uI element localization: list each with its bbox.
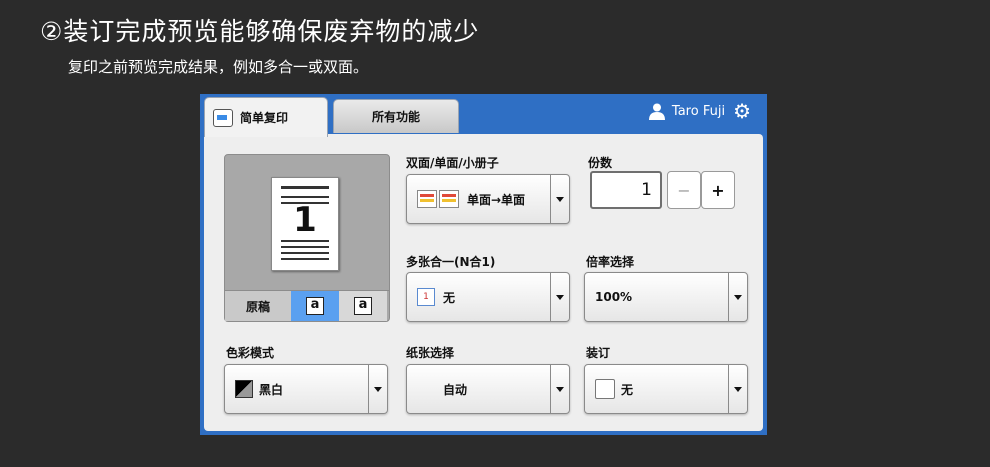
color-mode-dropdown[interactable]: 黑白 (224, 364, 388, 414)
paper-dropdown[interactable]: 自动 (406, 364, 570, 414)
duplex-value: 单面→单面 (467, 192, 526, 207)
hero-title: ②装订完成预览能够确保废弃物的减少 (40, 17, 480, 46)
duplex-dropdown[interactable]: 单面→单面 (406, 174, 570, 224)
preview-page: 1 (271, 177, 339, 271)
tab-all-features[interactable]: 所有功能 (333, 99, 459, 133)
page-line (281, 252, 329, 254)
nup-label: 多张合一(N合1) (406, 255, 496, 269)
page-line (281, 196, 329, 198)
increment-button[interactable]: + (701, 171, 735, 209)
copies-label: 份数 (588, 156, 613, 170)
nup-value-wrap: 1 无 (417, 273, 455, 321)
nup-icon: 1 (417, 288, 435, 306)
color-mode-value: 黑白 (259, 382, 284, 397)
chevron-down-icon (550, 273, 569, 321)
black-white-icon (235, 380, 253, 398)
duplex-label: 双面/单面/小册子 (406, 156, 499, 170)
user-icon (648, 103, 665, 120)
finish-preview: 1 原稿 a a (224, 154, 390, 322)
hero-subtitle: 复印之前预览完成结果，例如多合一或双面。 (68, 58, 369, 76)
decrement-button[interactable]: − (667, 171, 701, 209)
tab-simple-copy-label: 简单复印 (240, 111, 289, 125)
page-line (281, 186, 329, 189)
duplex-icon (417, 190, 461, 208)
chevron-down-icon (550, 175, 569, 223)
orientation-landscape-button[interactable]: a (339, 291, 387, 321)
chevron-down-icon (728, 365, 747, 413)
copies-input[interactable]: 1 (590, 171, 662, 209)
page-line (281, 258, 329, 260)
paper-value: 自动 (443, 382, 468, 397)
orientation-portrait-glyph: a (306, 297, 324, 315)
chevron-down-icon (368, 365, 387, 413)
copy-app-icon (213, 108, 233, 127)
user-area[interactable]: Taro Fuji ⚙ (648, 101, 751, 121)
staple-value: 无 (621, 382, 634, 397)
zoom-label: 倍率选择 (586, 255, 635, 269)
paper-label: 纸张选择 (406, 346, 455, 360)
staple-icon (595, 379, 615, 399)
nup-value: 无 (443, 290, 456, 305)
zoom-value: 100% (595, 290, 633, 304)
color-mode-label: 色彩模式 (226, 346, 275, 360)
duplex-page-icon (439, 190, 459, 208)
orientation-landscape-glyph: a (354, 297, 372, 315)
staple-value-wrap: 无 (595, 365, 633, 413)
staple-label: 装订 (586, 346, 611, 360)
orientation-portrait-button[interactable]: a (291, 291, 339, 321)
duplex-value-wrap: 单面→单面 (417, 175, 525, 223)
duplex-page-icon (417, 190, 437, 208)
user-name: Taro Fuji (671, 103, 726, 119)
chevron-down-icon (550, 365, 569, 413)
page-line (281, 240, 329, 242)
tab-simple-copy[interactable]: 简单复印 (204, 97, 328, 137)
staple-dropdown[interactable]: 无 (584, 364, 748, 414)
gear-icon[interactable]: ⚙ (733, 101, 751, 121)
original-label: 原稿 (225, 291, 291, 321)
original-orientation-bar: 原稿 a a (225, 290, 389, 321)
chevron-down-icon (728, 273, 747, 321)
copier-panel: 简单复印 所有功能 Taro Fuji ⚙ 1 原稿 a a 双面/单面/小册子… (200, 94, 767, 435)
color-mode-value-wrap: 黑白 (235, 365, 283, 413)
page-line (281, 246, 329, 248)
copy-settings-content: 1 原稿 a a 双面/单面/小册子 单面→单面 份数 1 − + 多张合一(N… (204, 134, 763, 431)
zoom-dropdown[interactable]: 100% (584, 272, 748, 322)
nup-dropdown[interactable]: 1 无 (406, 272, 570, 322)
tab-all-features-label: 所有功能 (371, 110, 420, 124)
preview-page-number: 1 (293, 200, 317, 240)
